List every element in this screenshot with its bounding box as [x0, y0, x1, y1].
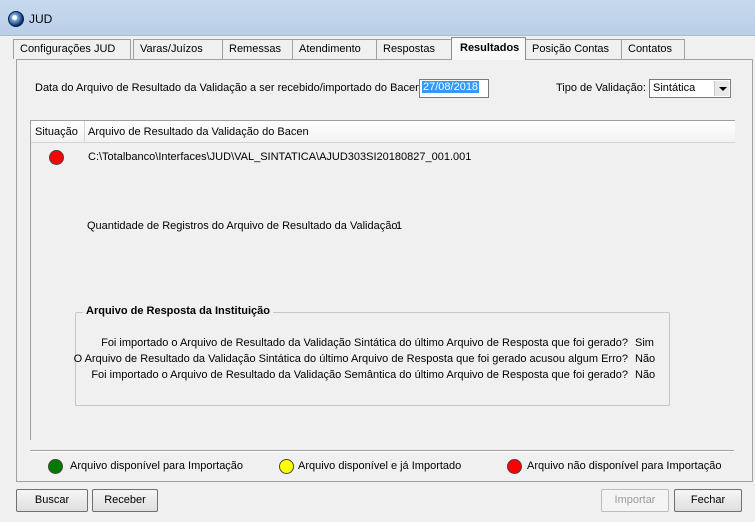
- question-3: Foi importado o Arquivo de Resultado da …: [91, 369, 628, 381]
- tab-contatos[interactable]: Contatos: [621, 39, 685, 59]
- status-red-icon: [49, 150, 64, 165]
- legend-red-label: Arquivo não disponível para Importação: [527, 460, 722, 472]
- record-count-value: 1: [396, 220, 403, 232]
- buscar-button[interactable]: Buscar: [16, 489, 88, 512]
- record-count-label: Quantidade de Registros do Arquivo de Re…: [87, 220, 401, 232]
- fechar-button[interactable]: Fechar: [674, 489, 742, 512]
- validation-type-label: Tipo de Validação:: [556, 82, 646, 94]
- legend-green-label: Arquivo disponível para Importação: [70, 460, 244, 472]
- tab-remessas[interactable]: Remessas: [222, 39, 293, 59]
- importar-button[interactable]: Importar: [601, 489, 669, 512]
- tab-varas-juizos[interactable]: Varas/Juízos: [133, 39, 223, 59]
- title-bar: JUD: [0, 0, 755, 36]
- column-divider[interactable]: [84, 121, 85, 143]
- tab-configuracoes-jud[interactable]: Configurações JUD: [13, 39, 131, 59]
- legend-yellow-icon: [279, 459, 294, 474]
- tab-resultados[interactable]: Resultados: [451, 37, 526, 60]
- question-2: O Arquivo de Resultado da Validação Sint…: [73, 353, 628, 365]
- date-input[interactable]: 27/08/2018: [419, 79, 489, 98]
- answer-3: Não: [635, 369, 656, 381]
- answer-2: Não: [635, 353, 656, 365]
- response-groupbox-title: Arquivo de Resposta da Instituição: [83, 305, 273, 317]
- column-header-arquivo[interactable]: Arquivo de Resultado da Validação do Bac…: [88, 126, 309, 138]
- tab-respostas[interactable]: Respostas: [376, 39, 453, 59]
- date-label: Data do Arquivo de Resultado da Validaçã…: [35, 82, 425, 94]
- validation-type-select[interactable]: Sintática: [649, 79, 731, 98]
- chevron-down-icon[interactable]: [714, 81, 729, 96]
- date-value: 27/08/2018: [422, 81, 480, 93]
- tab-posicao-contas[interactable]: Posição Contas: [525, 39, 622, 59]
- list-header: Situação Arquivo de Resultado da Validaç…: [31, 121, 735, 143]
- tab-atendimento[interactable]: Atendimento: [292, 39, 377, 59]
- separator: [30, 450, 734, 452]
- tab-strip: Configurações JUD Varas/Juízos Remessas …: [13, 37, 755, 60]
- question-1: Foi importado o Arquivo de Resultado da …: [101, 337, 628, 349]
- answer-1: Sim: [635, 337, 654, 349]
- legend-yellow-label: Arquivo disponível e já Importado: [298, 460, 462, 472]
- app-icon: [8, 11, 24, 27]
- receber-button[interactable]: Receber: [92, 489, 158, 512]
- file-path: C:\Totalbanco\Interfaces\JUD\VAL_SINTATI…: [88, 151, 472, 163]
- legend-green-icon: [48, 459, 63, 474]
- validation-type-value: Sintática: [653, 82, 696, 94]
- column-header-situacao[interactable]: Situação: [35, 126, 78, 138]
- window-title: JUD: [29, 12, 53, 26]
- legend-red-icon: [507, 459, 522, 474]
